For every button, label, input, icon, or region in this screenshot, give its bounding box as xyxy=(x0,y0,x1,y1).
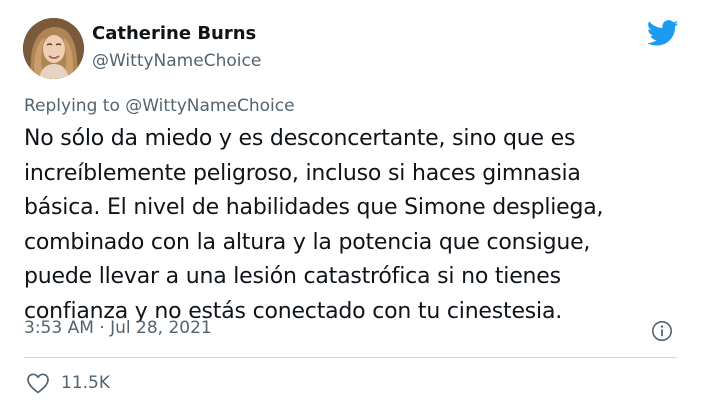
replying-prefix: Replying to xyxy=(24,96,120,116)
tweet-text-line: puede llevar a una lesión catastrófica s… xyxy=(24,264,561,289)
twitter-bird-icon[interactable] xyxy=(647,20,679,47)
avatar[interactable] xyxy=(23,18,84,79)
author-handle[interactable]: @WittyNameChoice xyxy=(92,51,261,71)
replying-to: Replying to @WittyNameChoice xyxy=(24,96,295,116)
tweet-timestamp[interactable]: 3:53 AM · Jul 28, 2021 xyxy=(24,318,212,338)
divider xyxy=(24,357,677,358)
tweet-text-line: increíblemente peligroso, incluso si hac… xyxy=(24,160,581,186)
likes-count: 11.5K xyxy=(61,373,110,393)
tweet-card: Catherine Burns @WittyNameChoice Replyin… xyxy=(0,0,701,412)
heart-icon[interactable] xyxy=(26,372,50,394)
author-display-name[interactable]: Catherine Burns xyxy=(92,23,256,44)
tweet-text-line: No sólo da miedo y es desconcertante, si… xyxy=(24,126,576,151)
tweet-text: No sólo da miedo y es desconcertante, si… xyxy=(24,122,664,329)
tweet-text-line: combinado con la altura y la potencia qu… xyxy=(24,229,591,255)
replying-mention-link[interactable]: @WittyNameChoice xyxy=(125,96,294,116)
like-button[interactable]: 11.5K xyxy=(26,372,110,394)
tweet-text-line: básica. El nivel de habilidades que Simo… xyxy=(24,195,604,220)
info-icon[interactable] xyxy=(651,320,673,342)
